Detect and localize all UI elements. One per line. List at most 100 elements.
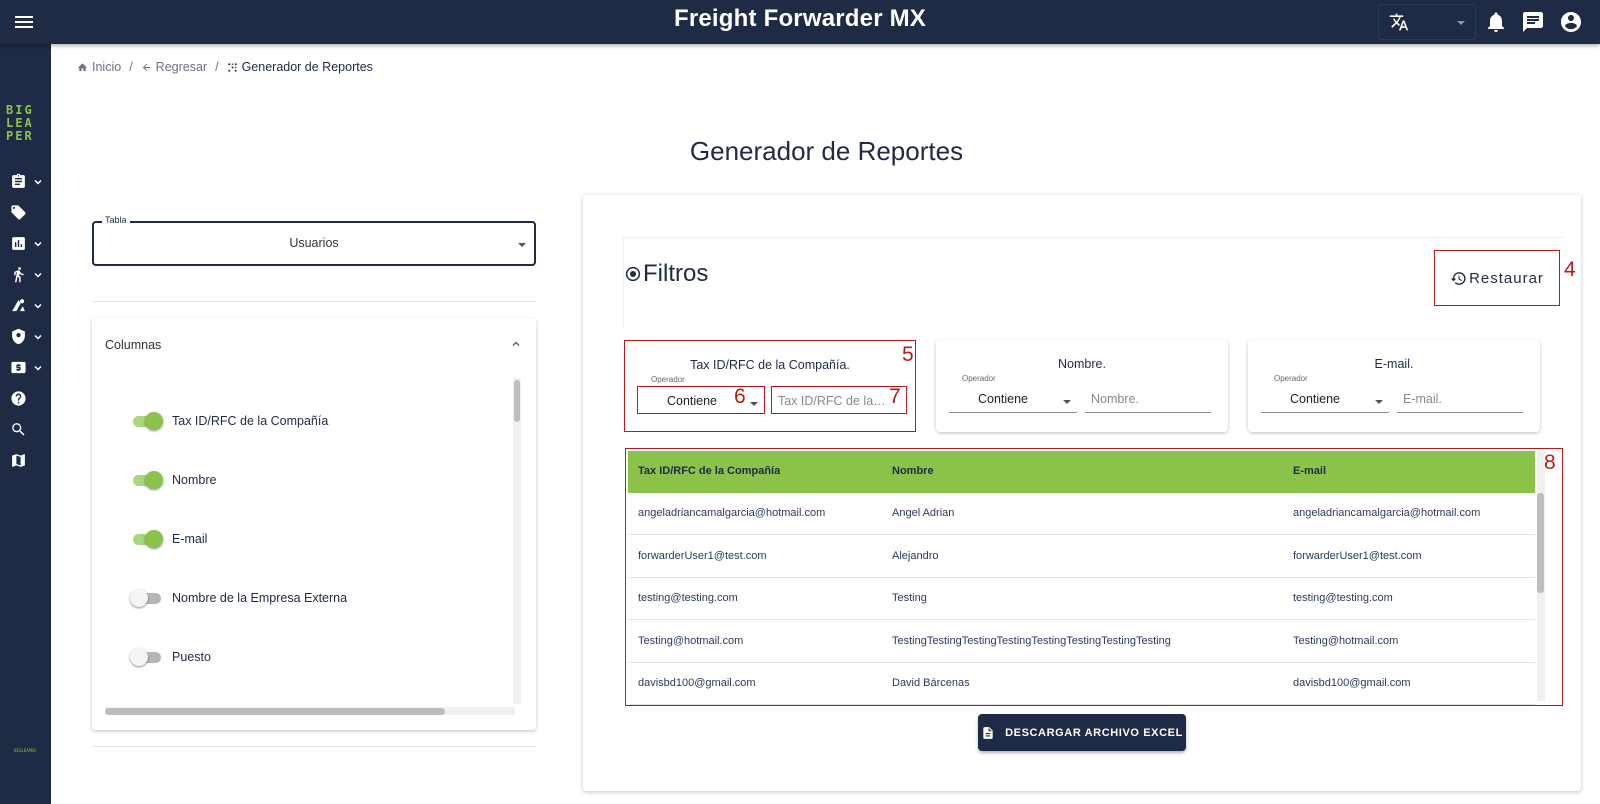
- column-toggle-tax-id[interactable]: Tax ID/RFC de la Compañía: [130, 409, 328, 433]
- vertical-scrollbar-thumb[interactable]: [514, 380, 520, 422]
- sidebar-item-search[interactable]: [8, 418, 46, 442]
- sidebar-item-route[interactable]: [8, 294, 46, 318]
- sidebar-item-clipboard[interactable]: [8, 170, 46, 194]
- filter-title: E-mail.: [1374, 357, 1414, 371]
- radio-target-icon: [624, 265, 643, 283]
- filter-text-input[interactable]: [1401, 389, 1513, 409]
- report-panel: Filtros Restaurar 4 Tax ID/RFC de la Com…: [583, 195, 1581, 791]
- filter-input-tax-id[interactable]: [771, 386, 907, 414]
- menu-icon[interactable]: [12, 10, 36, 34]
- column-toggle-label: Nombre de la Empresa Externa: [172, 591, 348, 605]
- table-scrollbar-thumb[interactable]: [1537, 493, 1544, 593]
- toggle-switch[interactable]: [130, 588, 164, 608]
- column-toggle-nombre[interactable]: Nombre: [130, 468, 216, 492]
- divider: [92, 301, 536, 302]
- operator-select[interactable]: Contiene: [637, 386, 765, 414]
- chevron-down-icon: [518, 243, 526, 247]
- table-cell: Testing: [892, 592, 927, 604]
- language-select[interactable]: [1378, 4, 1476, 40]
- translate-icon: [1389, 12, 1409, 32]
- table-row[interactable]: testing@testing.com Testing testing@test…: [628, 578, 1535, 620]
- operator-value: Contiene: [1289, 392, 1341, 406]
- column-toggle-label: Puesto: [172, 650, 211, 664]
- vertical-scrollbar[interactable]: [513, 378, 521, 704]
- sidebar-item-help[interactable]: [8, 387, 46, 411]
- columns-title: Columnas: [105, 338, 162, 352]
- column-toggle-label: E-mail: [172, 532, 208, 546]
- divider: [92, 746, 536, 747]
- table-row[interactable]: angeladriancamalgarcia@hotmail.com Angel…: [628, 493, 1535, 535]
- table-cell: TestingTestingTestingTestingTestingTesti…: [892, 635, 1171, 647]
- table-cell: forwarderUser1@test.com: [1293, 550, 1422, 562]
- footer-logo: BIGLEAPER: [14, 748, 36, 753]
- sidebar-item-billing[interactable]: [8, 356, 46, 380]
- table-row[interactable]: Testing@hotmail.com TestingTestingTestin…: [628, 621, 1535, 663]
- filter-card-tax-id: Tax ID/RFC de la Compañía. 5 Operador Co…: [624, 340, 916, 432]
- sidebar-item-reports[interactable]: [8, 232, 46, 256]
- breadcrumb-back[interactable]: Regresar: [141, 60, 207, 74]
- operator-label: Operador: [651, 375, 685, 384]
- bell-icon[interactable]: [1484, 10, 1508, 34]
- filter-card-email: E-mail. Operador Contiene: [1248, 340, 1540, 432]
- restore-button-label: Restaurar: [1469, 269, 1544, 287]
- filter-text-input[interactable]: [776, 391, 888, 411]
- table-header: Tax ID/RFC de la Compañía Nombre E-mail: [628, 451, 1535, 493]
- operator-select[interactable]: Contiene: [949, 385, 1077, 413]
- breadcrumb-home[interactable]: Inicio: [77, 60, 121, 74]
- map-icon: [10, 452, 27, 469]
- filter-text-input[interactable]: [1089, 389, 1201, 409]
- column-toggle-email[interactable]: E-mail: [130, 527, 207, 551]
- columns-panel-header[interactable]: Columnas: [92, 318, 536, 370]
- table-cell: testing@testing.com: [1293, 592, 1393, 604]
- filter-title: Tax ID/RFC de la Compañía.: [690, 358, 850, 372]
- download-excel-button[interactable]: DESCARGAR ARCHIVO EXCEL: [978, 714, 1186, 751]
- operator-label: Operador: [1274, 374, 1308, 383]
- sidebar-item-tags[interactable]: [8, 201, 46, 225]
- breadcrumb-back-label: Regresar: [155, 60, 208, 74]
- toggle-switch[interactable]: [130, 470, 164, 490]
- sidebar-item-person[interactable]: [8, 263, 46, 287]
- page-title: Generador de Reportes: [689, 136, 964, 166]
- columns-panel: Columnas Tax ID/RFC de la Compañía Nombr…: [92, 318, 536, 730]
- column-header[interactable]: Nombre: [892, 465, 934, 477]
- account-icon[interactable]: [1559, 10, 1583, 34]
- home-icon: [77, 62, 88, 73]
- tabla-select[interactable]: Tabla Usuarios: [92, 215, 536, 266]
- column-toggle-puesto[interactable]: Puesto: [130, 645, 211, 669]
- filter-card-nombre: Nombre. Operador Contiene: [936, 340, 1228, 432]
- toggle-switch[interactable]: [130, 529, 164, 549]
- tag-icon: [10, 204, 27, 221]
- table-row[interactable]: forwarderUser1@test.com Alejandro forwar…: [628, 536, 1535, 578]
- breadcrumb: Inicio / Regresar / Generador de Reporte…: [77, 60, 373, 74]
- toggle-switch[interactable]: [130, 411, 164, 431]
- filter-input-email[interactable]: [1397, 385, 1523, 413]
- column-header[interactable]: E-mail: [1293, 465, 1326, 477]
- tabla-value: Usuarios: [289, 236, 339, 250]
- table-cell: davisbd100@gmail.com: [638, 677, 756, 689]
- table-row[interactable]: davisbd100@gmail.com David Bárcenas davi…: [628, 663, 1535, 705]
- operator-select[interactable]: Contiene: [1261, 385, 1389, 413]
- sidebar-item-security[interactable]: [8, 325, 46, 349]
- operator-value: Contiene: [977, 392, 1029, 406]
- column-header[interactable]: Tax ID/RFC de la Compañía: [638, 465, 780, 477]
- chevron-down-icon: [32, 331, 44, 343]
- table-cell: angeladriancamalgarcia@hotmail.com: [1293, 507, 1481, 519]
- column-toggle-empresa-externa[interactable]: Nombre de la Empresa Externa: [130, 586, 347, 610]
- annotation-number: 6: [734, 385, 746, 408]
- chat-icon[interactable]: [1521, 10, 1545, 34]
- table-cell: testing@testing.com: [638, 592, 738, 604]
- restore-button[interactable]: Restaurar: [1434, 250, 1560, 306]
- filter-input-nombre[interactable]: [1085, 385, 1211, 413]
- breadcrumb-separator: /: [129, 60, 133, 74]
- filters-title-label: Filtros: [643, 260, 709, 287]
- sidebar-item-map[interactable]: [8, 449, 46, 473]
- table-cell: Testing@hotmail.com: [638, 635, 744, 647]
- table-cell: davisbd100@gmail.com: [1293, 677, 1411, 689]
- horizontal-scrollbar-thumb[interactable]: [105, 708, 445, 715]
- chevron-down-icon: [32, 362, 44, 374]
- toggle-switch[interactable]: [130, 647, 164, 667]
- breadcrumb-home-label: Inicio: [92, 60, 122, 74]
- chevron-down-icon: [32, 238, 44, 250]
- search-icon: [10, 421, 27, 438]
- tabla-label: Tabla: [102, 215, 130, 225]
